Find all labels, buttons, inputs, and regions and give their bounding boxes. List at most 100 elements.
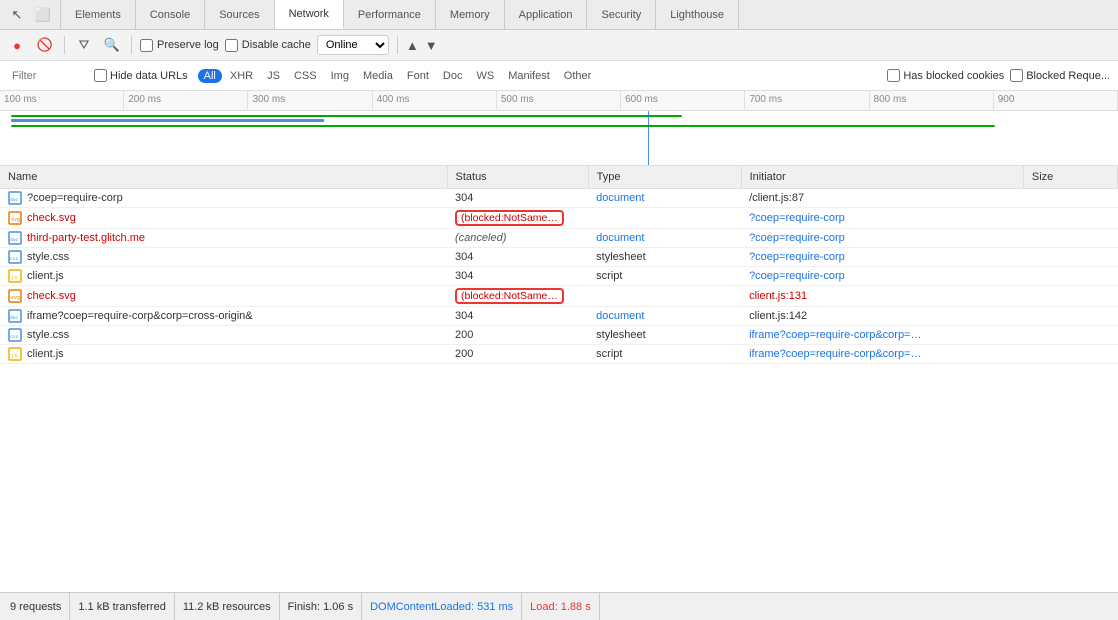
tab-lighthouse[interactable]: Lighthouse [656, 0, 739, 29]
toolbar-divider-1 [64, 36, 65, 54]
cell-initiator: ?coep=require-corp [741, 247, 1023, 266]
table-row[interactable]: doc?coep=require-corp304document/client.… [0, 188, 1118, 207]
status-resources: 11.2 kB resources [175, 593, 280, 620]
clear-button[interactable]: 🚫 [34, 34, 56, 56]
svg-text:svg: svg [11, 295, 20, 301]
ruler-tick: 200 ms [124, 91, 248, 110]
table-row[interactable]: svgcheck.svg(blocked:NotSame…?coep=requi… [0, 207, 1118, 228]
filter-type-other[interactable]: Other [558, 69, 598, 83]
tab-performance[interactable]: Performance [344, 0, 436, 29]
col-header-status[interactable]: Status [447, 166, 588, 188]
cell-status: 200 [447, 344, 588, 363]
name-link: style.css [27, 251, 69, 263]
cell-initiator: client.js:131 [741, 285, 1023, 306]
ruler-tick: 400 ms [373, 91, 497, 110]
tab-elements[interactable]: Elements [61, 0, 136, 29]
cell-size [1023, 344, 1117, 363]
cell-initiator: iframe?coep=require-corp&corp=… [741, 344, 1023, 363]
svg-file-icon: svg [8, 211, 22, 225]
timeline-container: 100 ms200 ms300 ms400 ms500 ms600 ms700 … [0, 91, 1118, 166]
initiator-link[interactable]: ?coep=require-corp [749, 212, 845, 224]
col-header-name[interactable]: Name [0, 166, 447, 188]
table-row[interactable]: jsclient.js200scriptiframe?coep=require-… [0, 344, 1118, 363]
ruler-tick: 800 ms [870, 91, 994, 110]
inspect-element-button[interactable]: ↖ [6, 4, 28, 26]
table-row[interactable]: jsclient.js304script?coep=require-corp [0, 266, 1118, 285]
cell-name: svg check.svg [0, 285, 447, 306]
download-button[interactable]: ▼ [425, 38, 438, 53]
preserve-log-checkbox[interactable] [140, 39, 153, 52]
name-link[interactable]: third-party-test.glitch.me [27, 232, 145, 244]
upload-button[interactable]: ▲ [406, 38, 419, 53]
filter-type-all[interactable]: All [198, 69, 222, 83]
table-row[interactable]: cssstyle.css304stylesheet?coep=require-c… [0, 247, 1118, 266]
filter-input[interactable] [8, 68, 88, 84]
table-row[interactable]: cssstyle.css200stylesheetiframe?coep=req… [0, 325, 1118, 344]
throttle-select[interactable]: Online Fast 3G Slow 3G Offline [317, 35, 389, 55]
blocked-requests-text: Blocked Reque... [1026, 70, 1110, 82]
name-link[interactable]: check.svg [27, 290, 76, 302]
timeline-bar-2 [11, 115, 682, 117]
table-row[interactable]: docthird-party-test.glitch.me(canceled)d… [0, 228, 1118, 247]
cell-size [1023, 285, 1117, 306]
tab-sources[interactable]: Sources [205, 0, 274, 29]
tab-application[interactable]: Application [505, 0, 588, 29]
filter-type-xhr[interactable]: XHR [224, 69, 259, 83]
table-row[interactable]: dociframe?coep=require-corp&corp=cross-o… [0, 306, 1118, 325]
col-header-initiator[interactable]: Initiator [741, 166, 1023, 188]
network-toolbar: ● 🚫 ⛛ 🔍 Preserve log Disable cache Onlin… [0, 30, 1118, 61]
filter-type-img[interactable]: Img [325, 69, 355, 83]
preserve-log-label[interactable]: Preserve log [140, 39, 219, 52]
tab-console[interactable]: Console [136, 0, 205, 29]
name-link: client.js [27, 348, 64, 360]
blocked-cookies-label[interactable]: Has blocked cookies [887, 69, 1004, 82]
hide-data-urls-label[interactable]: Hide data URLs [94, 69, 188, 82]
table-row[interactable]: svgcheck.svg(blocked:NotSame…client.js:1… [0, 285, 1118, 306]
filter-button[interactable]: ⛛ [73, 34, 95, 56]
filter-type-doc[interactable]: Doc [437, 69, 469, 83]
blocked-cookies-checkbox[interactable] [887, 69, 900, 82]
tab-network[interactable]: Network [275, 0, 344, 29]
initiator-link[interactable]: iframe?coep=require-corp&corp=… [749, 348, 921, 360]
cell-type: document [588, 306, 741, 325]
filter-type-js[interactable]: JS [261, 69, 286, 83]
timeline-ruler: 100 ms200 ms300 ms400 ms500 ms600 ms700 … [0, 91, 1118, 111]
cell-size [1023, 306, 1117, 325]
disable-cache-label[interactable]: Disable cache [225, 39, 311, 52]
status-transferred: 1.1 kB transferred [70, 593, 174, 620]
col-header-type[interactable]: Type [588, 166, 741, 188]
name-link[interactable]: check.svg [27, 212, 76, 224]
disable-cache-checkbox[interactable] [225, 39, 238, 52]
blocked-requests-checkbox[interactable] [1010, 69, 1023, 82]
tab-security[interactable]: Security [587, 0, 656, 29]
cell-name: jsclient.js [0, 266, 447, 285]
css-file-icon: css [8, 250, 22, 264]
cell-name: cssstyle.css [0, 325, 447, 344]
cell-initiator: /client.js:87 [741, 188, 1023, 207]
devtools-controls: ↖ ⬜ [0, 0, 61, 29]
blocked-requests-label[interactable]: Blocked Reque... [1010, 69, 1110, 82]
filter-type-css[interactable]: CSS [288, 69, 323, 83]
filter-type-ws[interactable]: WS [470, 69, 500, 83]
filter-types: AllXHRJSCSSImgMediaFontDocWSManifestOthe… [198, 69, 598, 83]
initiator-link[interactable]: ?coep=require-corp [749, 270, 845, 282]
initiator-link[interactable]: ?coep=require-corp [749, 251, 845, 263]
record-button[interactable]: ● [6, 34, 28, 56]
initiator-link[interactable]: iframe?coep=require-corp&corp=… [749, 329, 921, 341]
tab-memory[interactable]: Memory [436, 0, 505, 29]
col-header-size[interactable]: Size [1023, 166, 1117, 188]
filter-type-manifest[interactable]: Manifest [502, 69, 556, 83]
device-toolbar-button[interactable]: ⬜ [32, 4, 54, 26]
filter-type-media[interactable]: Media [357, 69, 399, 83]
hide-data-urls-checkbox[interactable] [94, 69, 107, 82]
search-button[interactable]: 🔍 [101, 34, 123, 56]
blocked-cookies-text: Has blocked cookies [903, 70, 1004, 82]
status-bar: 9 requests 1.1 kB transferred 11.2 kB re… [0, 592, 1118, 620]
initiator-link[interactable]: ?coep=require-corp [749, 232, 845, 244]
initiator-link[interactable]: client.js:131 [749, 290, 807, 302]
cell-type [588, 285, 741, 306]
cell-name: dociframe?coep=require-corp&corp=cross-o… [0, 306, 447, 325]
svg-file-icon: svg [8, 289, 22, 303]
filter-type-font[interactable]: Font [401, 69, 435, 83]
js-file-icon: js [8, 269, 22, 283]
